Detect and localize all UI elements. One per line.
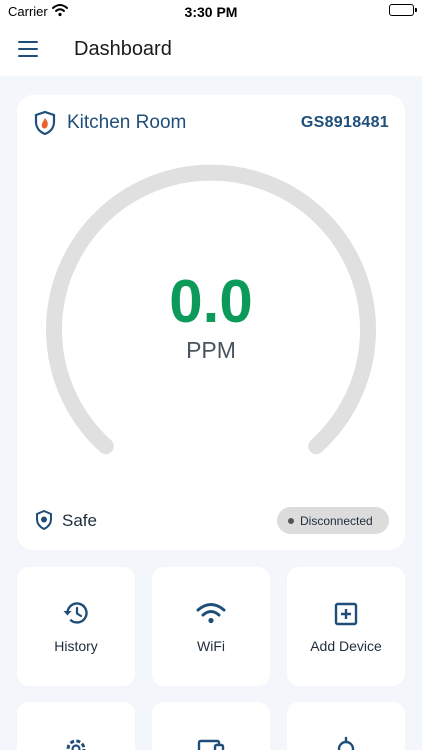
settings-button[interactable] [17, 702, 135, 750]
history-button[interactable]: History [17, 567, 135, 686]
battery-icon [389, 4, 417, 16]
history-icon [17, 600, 135, 626]
brand-shield-logo-icon [34, 110, 56, 140]
device-card: Kitchen Room GS8918481 0.0 PPM Safe Disc… [17, 95, 405, 550]
bulb-icon [287, 736, 405, 750]
add-box-icon [287, 602, 405, 626]
history-label: History [54, 638, 98, 654]
menu-icon[interactable] [18, 41, 38, 57]
clock: 3:30 PM [184, 4, 238, 20]
status-bar: Carrier 3:30 PM [0, 0, 422, 24]
wifi-icon [152, 602, 270, 624]
device-serial: GS8918481 [300, 114, 389, 131]
app-bar: Dashboard [0, 24, 422, 76]
alerts-button[interactable] [287, 702, 405, 750]
add-device-button[interactable]: Add Device [287, 567, 405, 686]
connection-status-badge: Disconnected [277, 507, 389, 534]
devices-icon [152, 738, 270, 750]
connection-status-label: Disconnected [300, 514, 373, 528]
safety-status: Safe [62, 511, 97, 530]
page-title: Dashboard [74, 38, 172, 60]
gas-reading-value: 0.0 [169, 268, 253, 335]
add-device-label: Add Device [310, 638, 382, 654]
status-dot-icon [288, 518, 294, 524]
settings-icon [17, 736, 135, 750]
devices-button[interactable] [152, 702, 270, 750]
wifi-button[interactable]: WiFi [152, 567, 270, 686]
wifi-label: WiFi [197, 638, 225, 654]
room-name: Kitchen Room [67, 112, 187, 133]
gas-reading-unit: PPM [186, 337, 236, 363]
shield-check-icon [35, 509, 53, 535]
